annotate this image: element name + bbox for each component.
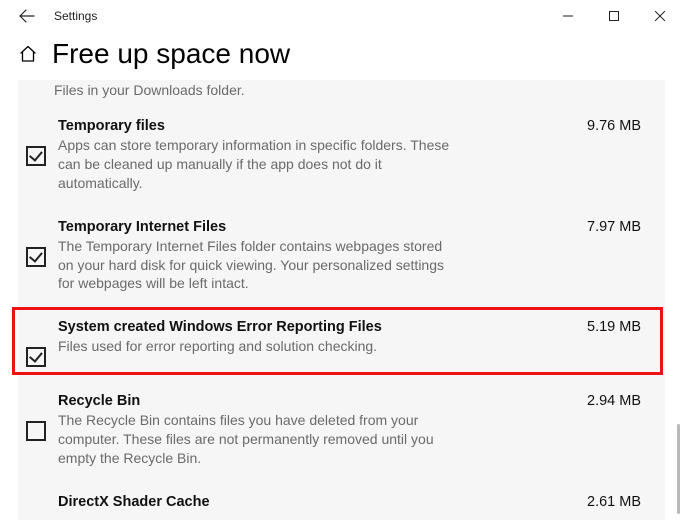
home-icon[interactable] [18, 44, 38, 64]
list-item[interactable]: DirectX Shader Cache 2.61 MB [18, 484, 665, 520]
titlebar: Settings [0, 0, 683, 32]
item-name: System created Windows Error Reporting F… [58, 319, 567, 335]
list-item[interactable]: Temporary Internet Files 7.97 MB The Tem… [18, 209, 665, 310]
item-description: The Temporary Internet Files folder cont… [58, 235, 458, 294]
item-size: 2.61 MB [567, 494, 641, 510]
page-title: Free up space now [52, 38, 290, 70]
scrollbar[interactable] [675, 174, 680, 514]
item-size: 2.94 MB [567, 393, 641, 409]
file-categories-list: Files in your Downloads folder. Temporar… [18, 80, 665, 520]
truncated-prev-item: Files in your Downloads folder. [18, 80, 665, 108]
maximize-button[interactable] [591, 0, 637, 32]
item-size: 9.76 MB [567, 118, 641, 134]
item-size: 5.19 MB [567, 319, 641, 335]
scrollbar-thumb[interactable] [677, 424, 680, 514]
checkbox[interactable] [26, 247, 46, 267]
checkbox[interactable] [26, 347, 46, 367]
item-description: Files used for error reporting and solut… [58, 335, 458, 356]
back-arrow-icon[interactable] [18, 7, 36, 25]
item-name: Recycle Bin [58, 393, 567, 409]
close-button[interactable] [637, 0, 683, 32]
list-item[interactable]: Temporary files 9.76 MB Apps can store t… [18, 108, 665, 209]
window-title: Settings [54, 9, 545, 23]
item-name: DirectX Shader Cache [58, 494, 567, 510]
item-size: 7.97 MB [567, 219, 641, 235]
checkbox[interactable] [26, 421, 46, 441]
checkbox[interactable] [26, 146, 46, 166]
list-item[interactable]: Recycle Bin 2.94 MB The Recycle Bin cont… [18, 383, 665, 484]
item-description: Apps can store temporary information in … [58, 134, 458, 193]
item-name: Temporary Internet Files [58, 219, 567, 235]
item-description: The Recycle Bin contains files you have … [58, 409, 458, 468]
page-header: Free up space now [0, 32, 683, 80]
minimize-button[interactable] [545, 0, 591, 32]
list-item[interactable]: System created Windows Error Reporting F… [18, 309, 665, 383]
window-controls [545, 0, 683, 32]
item-name: Temporary files [58, 118, 567, 134]
